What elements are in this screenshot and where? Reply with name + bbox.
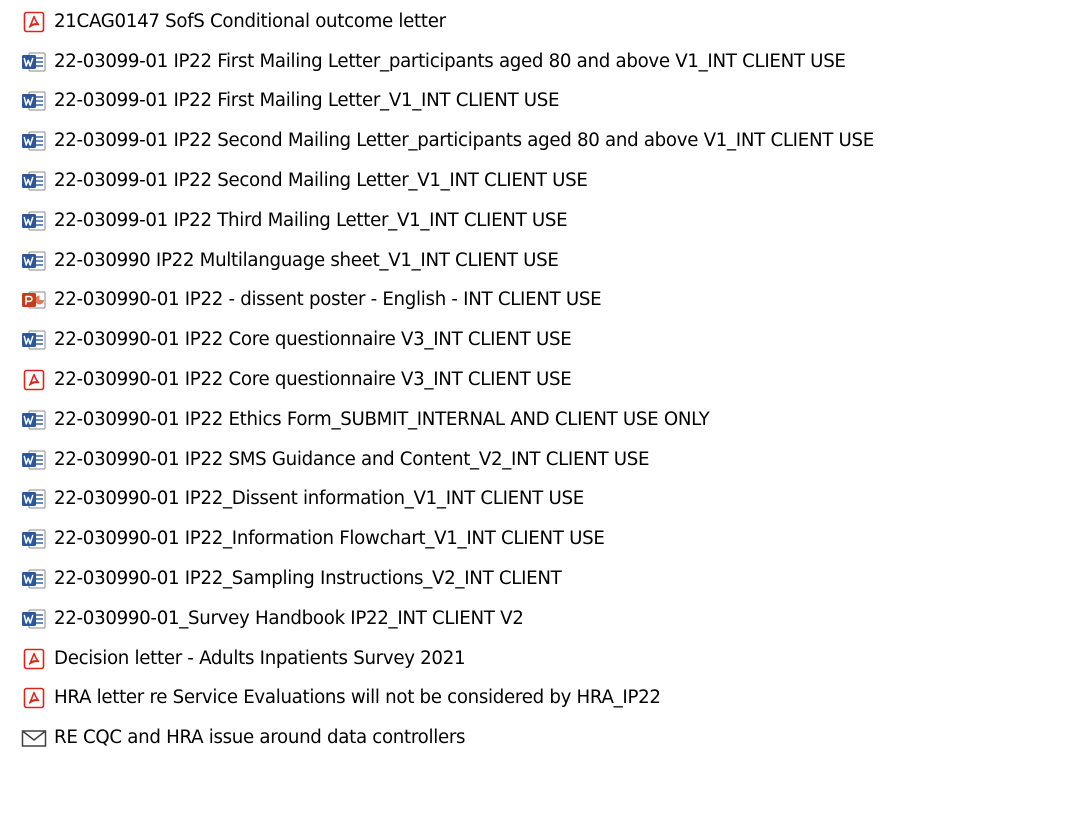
file-item[interactable]: 22-030990-01 IP22 Core questionnaire V3_… (20, 320, 1070, 360)
word-doc-icon (20, 448, 48, 472)
file-name: 22-03099-01 IP22 First Mailing Letter_pa… (54, 50, 846, 72)
word-doc-icon (20, 50, 48, 74)
word-doc-icon (20, 328, 48, 352)
file-item[interactable]: 22-03099-01 IP22 First Mailing Letter_V1… (20, 82, 1070, 122)
word-doc-icon (20, 408, 48, 432)
file-item[interactable]: 22-030990-01 IP22 Ethics Form_SUBMIT_INT… (20, 400, 1070, 440)
file-name: 22-030990-01 IP22_Dissent information_V1… (54, 488, 584, 510)
word-doc-icon (20, 169, 48, 193)
powerpoint-icon (20, 288, 48, 312)
word-doc-icon (20, 249, 48, 273)
file-name: 22-030990-01 IP22 Core questionnaire V3_… (54, 329, 572, 351)
file-name: RE CQC and HRA issue around data control… (54, 727, 466, 749)
pdf-icon (20, 368, 48, 392)
file-list: 21CAG0147 SofS Conditional outcome lette… (20, 2, 1070, 758)
file-name: 22-030990-01 IP22 - dissent poster - Eng… (54, 289, 602, 311)
file-name: 22-030990-01_Survey Handbook IP22_INT CL… (54, 607, 524, 629)
file-item[interactable]: 22-03099-01 IP22 Second Mailing Letter_V… (20, 161, 1070, 201)
pdf-icon (20, 10, 48, 34)
file-name: 22-03099-01 IP22 Second Mailing Letter_V… (54, 170, 588, 192)
file-name: 22-030990 IP22 Multilanguage sheet_V1_IN… (54, 249, 559, 271)
file-item[interactable]: 22-03099-01 IP22 First Mailing Letter_pa… (20, 42, 1070, 82)
mail-icon (20, 726, 48, 750)
file-item[interactable]: 22-03099-01 IP22 Second Mailing Letter_p… (20, 121, 1070, 161)
file-name: 22-030990-01 IP22_Sampling Instructions_… (54, 568, 562, 590)
file-name: 22-03099-01 IP22 Second Mailing Letter_p… (54, 130, 874, 152)
file-item[interactable]: 22-030990 IP22 Multilanguage sheet_V1_IN… (20, 241, 1070, 281)
file-name: Decision letter - Adults Inpatients Surv… (54, 647, 466, 669)
file-item[interactable]: 21CAG0147 SofS Conditional outcome lette… (20, 2, 1070, 42)
file-name: 22-03099-01 IP22 First Mailing Letter_V1… (54, 90, 560, 112)
file-item[interactable]: 22-030990-01 IP22_Sampling Instructions_… (20, 559, 1070, 599)
word-doc-icon (20, 129, 48, 153)
file-name: 22-030990-01 IP22 Ethics Form_SUBMIT_INT… (54, 408, 710, 430)
file-name: 22-030990-01 IP22_Information Flowchart_… (54, 528, 605, 550)
file-name: HRA letter re Service Evaluations will n… (54, 687, 661, 709)
file-item[interactable]: Decision letter - Adults Inpatients Surv… (20, 639, 1070, 679)
pdf-icon (20, 647, 48, 671)
file-item[interactable]: 22-030990-01 IP22 Core questionnaire V3_… (20, 360, 1070, 400)
file-item[interactable]: 22-030990-01_Survey Handbook IP22_INT CL… (20, 599, 1070, 639)
file-item[interactable]: 22-030990-01 IP22_Information Flowchart_… (20, 519, 1070, 559)
word-doc-icon (20, 527, 48, 551)
file-name: 22-030990-01 IP22 SMS Guidance and Conte… (54, 448, 650, 470)
file-item[interactable]: 22-030990-01 IP22 - dissent poster - Eng… (20, 281, 1070, 321)
word-doc-icon (20, 487, 48, 511)
word-doc-icon (20, 567, 48, 591)
pdf-icon (20, 686, 48, 710)
file-name: 22-030990-01 IP22 Core questionnaire V3_… (54, 369, 572, 391)
file-item[interactable]: 22-030990-01 IP22_Dissent information_V1… (20, 480, 1070, 520)
file-item[interactable]: RE CQC and HRA issue around data control… (20, 718, 1070, 758)
file-item[interactable]: 22-03099-01 IP22 Third Mailing Letter_V1… (20, 201, 1070, 241)
file-name: 22-03099-01 IP22 Third Mailing Letter_V1… (54, 209, 568, 231)
file-name: 21CAG0147 SofS Conditional outcome lette… (54, 10, 446, 32)
file-item[interactable]: 22-030990-01 IP22 SMS Guidance and Conte… (20, 440, 1070, 480)
file-item[interactable]: HRA letter re Service Evaluations will n… (20, 679, 1070, 719)
word-doc-icon (20, 89, 48, 113)
word-doc-icon (20, 607, 48, 631)
word-doc-icon (20, 209, 48, 233)
